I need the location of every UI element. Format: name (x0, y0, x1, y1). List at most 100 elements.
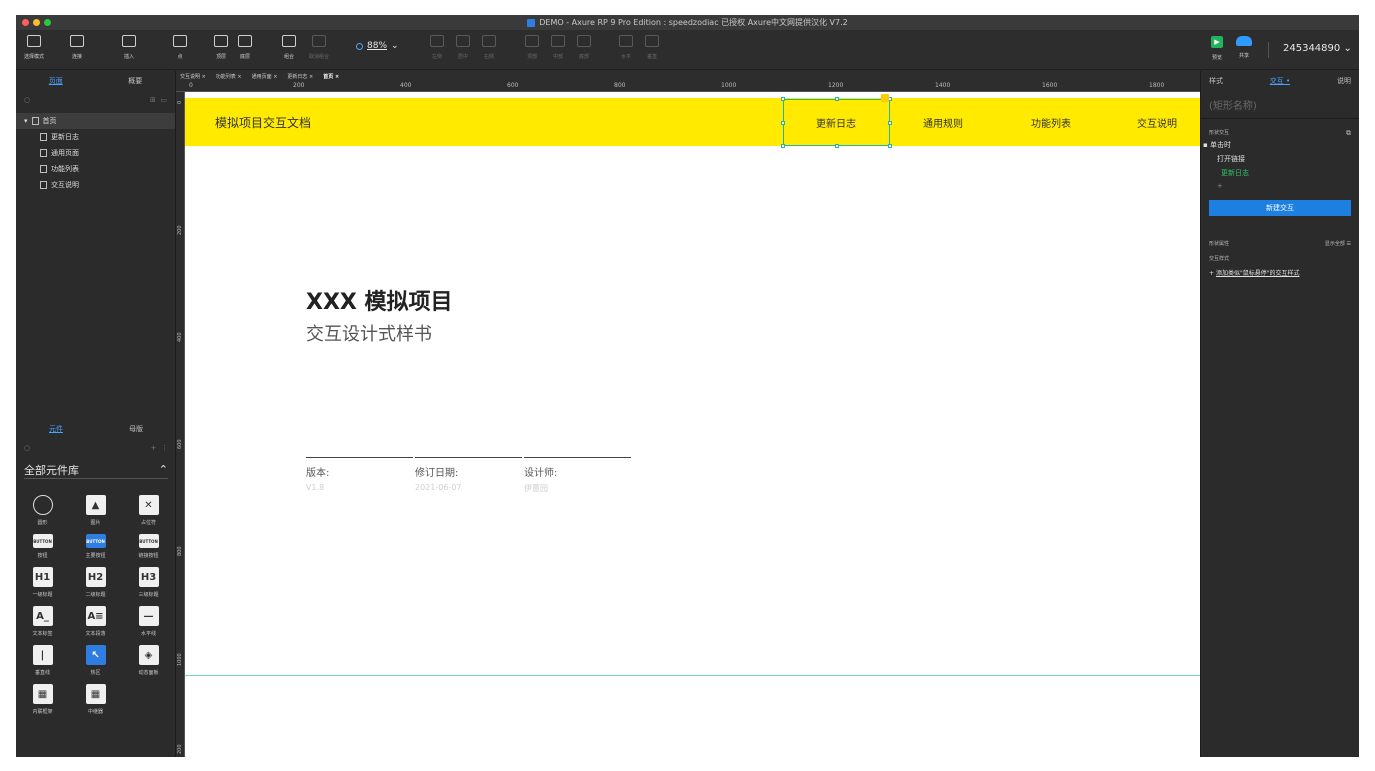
widget-item[interactable]: ▦ 内联框架 (16, 684, 69, 715)
tab-notes[interactable]: 说明 (1337, 76, 1351, 86)
align-bottom-button[interactable]: 底部 (577, 35, 591, 60)
bring-front-button[interactable]: 顶层 (214, 35, 228, 60)
page-item-interaction[interactable]: 交互说明 (16, 177, 175, 193)
page-actions: ⊞ ▭ (150, 96, 167, 104)
widget-item[interactable]: — 水平线 (122, 606, 175, 637)
ungroup-icon (312, 35, 326, 47)
library-select[interactable]: 全部元件库 ⌃ (24, 461, 168, 479)
tab-widgets[interactable]: 元件 (16, 419, 96, 439)
tab-pages[interactable]: 页面 (16, 71, 96, 91)
send-back-button[interactable]: 底层 (238, 35, 252, 60)
point-button[interactable]: 点 (173, 35, 187, 60)
add-library-icon[interactable]: + (151, 444, 157, 452)
tab-changelog-doc[interactable]: 更新日志 × (287, 73, 313, 80)
page-item-common[interactable]: 通用页面 (16, 145, 175, 161)
widget-item[interactable]: ◈ 动态面板 (122, 645, 175, 676)
library-options-icon[interactable]: ⋮ (161, 444, 168, 452)
align-left-button[interactable]: 左侧 (430, 35, 444, 60)
group-button[interactable]: 组合 (282, 35, 296, 60)
add-interaction-style-link[interactable]: + 添加类似"鼠标悬停"的交互样式 (1201, 266, 1359, 279)
resize-handle[interactable] (781, 121, 785, 125)
widget-item[interactable]: H2 二级标题 (69, 567, 122, 598)
distribute-vertical-button[interactable]: 垂直 (645, 35, 659, 60)
meta-designer[interactable]: 设计师: 伊蕙园 (524, 457, 631, 494)
widget-item[interactable]: 圆形 (16, 495, 69, 526)
resize-handle[interactable] (888, 144, 892, 148)
action-open-link[interactable]: 打开链接 (1201, 152, 1359, 166)
widget-item[interactable]: ✕ 占位符 (122, 495, 175, 526)
resize-handle[interactable] (835, 97, 839, 101)
search-icon[interactable]: ○ (24, 444, 30, 452)
guide-line[interactable] (185, 675, 1200, 676)
new-interaction-button[interactable]: 新建交互 (1209, 200, 1351, 216)
meta-revision-date[interactable]: 修订日期: 2021-06-07 (415, 457, 522, 492)
resize-handle[interactable] (781, 97, 785, 101)
hero-subtitle[interactable]: 交互设计式样书 (306, 320, 432, 346)
show-all-toggle[interactable]: 显示全部 ☰ (1325, 240, 1351, 247)
align-middle-button[interactable]: 中部 (551, 35, 565, 60)
ungroup-button[interactable]: 取消组合 (309, 35, 329, 60)
tab-masters[interactable]: 母版 (96, 419, 176, 439)
event-on-click[interactable]: ▪ 单击时 (1201, 138, 1359, 152)
shape-name-field[interactable]: (矩形名称) (1201, 91, 1359, 119)
widget-item[interactable]: A_ 文本标签 (16, 606, 69, 637)
widget-item[interactable]: BUTTON 主要按钮 (69, 534, 122, 559)
close-window-icon[interactable] (22, 19, 29, 26)
tab-home-doc[interactable]: 首页 × (323, 73, 339, 80)
widget-item[interactable]: ↖ 热区 (69, 645, 122, 676)
minimize-window-icon[interactable] (33, 19, 40, 26)
widget-item[interactable]: BUTTON 链接按钮 (122, 534, 175, 559)
add-folder-icon[interactable]: ▭ (160, 96, 167, 104)
widget-item[interactable]: ▦ 中继器 (69, 684, 122, 715)
nav-common-rules[interactable]: 通用规则 (923, 115, 963, 130)
widget-item[interactable]: A≡ 文本段落 (69, 606, 122, 637)
align-right-button[interactable]: 右侧 (482, 35, 496, 60)
selection-box[interactable] (781, 97, 892, 148)
widget-item[interactable]: | 垂直线 (16, 645, 69, 676)
tab-common-doc[interactable]: 通用页面 × (252, 73, 278, 80)
page-header-bar[interactable]: 模拟项目交互文档 更新日志 通用规则 功能列表 交互说明 (185, 98, 1200, 146)
widget-item[interactable]: H3 三级标题 (122, 567, 175, 598)
distribute-horizontal-button[interactable]: 水平 (619, 35, 633, 60)
tab-interaction-doc[interactable]: 交互说明 × (180, 73, 206, 80)
nav-feature-list[interactable]: 功能列表 (1031, 115, 1071, 130)
widget-label: 内联框架 (32, 709, 53, 715)
resize-handle[interactable] (835, 144, 839, 148)
expand-icon[interactable]: ⧉ (1346, 129, 1351, 138)
align-center-button[interactable]: 居中 (456, 35, 470, 60)
hero-title[interactable]: XXX 模拟项目 (306, 284, 453, 316)
zoom-window-icon[interactable] (44, 19, 51, 26)
widget-item[interactable]: ▲ 图片 (69, 495, 122, 526)
connect-button[interactable]: 连接 (70, 35, 84, 60)
tab-style[interactable]: 样式 (1209, 76, 1223, 86)
share-button[interactable]: 共享 (1236, 36, 1252, 59)
ruler-label: 400 (400, 82, 412, 89)
target-page[interactable]: 更新日志 (1201, 166, 1359, 180)
tab-features-doc[interactable]: 功能列表 × (216, 73, 242, 80)
tab-interactions[interactable]: 交互 • (1270, 76, 1290, 86)
nav-interaction-notes[interactable]: 交互说明 (1137, 115, 1177, 130)
meta-version[interactable]: 版本: V1.8 (306, 457, 413, 492)
page-item-features[interactable]: 功能列表 (16, 161, 175, 177)
user-menu[interactable]: 245344890 ⌄ (1268, 42, 1352, 58)
page-item-home[interactable]: ▾ 首页 (16, 113, 175, 129)
align-top-button[interactable]: 顶部 (525, 35, 539, 60)
insert-button[interactable]: 插入 (122, 35, 136, 60)
search-icon[interactable]: ○ (24, 96, 30, 104)
resize-handle[interactable] (888, 121, 892, 125)
add-page-icon[interactable]: ⊞ (150, 96, 156, 104)
widget-label: 二级标题 (85, 592, 106, 598)
interaction-bolt-icon[interactable] (881, 94, 889, 102)
preview-button[interactable]: ▶ 预览 (1211, 36, 1223, 61)
select-mode-button[interactable]: 选择模式 (24, 35, 44, 60)
zoom-select[interactable]: 88% ⌄ (356, 41, 399, 51)
page-item-changelog[interactable]: 更新日志 (16, 129, 175, 145)
add-action-icon[interactable]: + (1201, 180, 1359, 192)
design-canvas[interactable]: 模拟项目交互文档 更新日志 通用规则 功能列表 交互说明 XXX 模拟项目 交互… (185, 92, 1200, 757)
widget-item[interactable]: H1 一级标题 (16, 567, 69, 598)
align-top-icon (525, 35, 539, 47)
tab-outline[interactable]: 概要 (96, 71, 176, 91)
page-header-title[interactable]: 模拟项目交互文档 (215, 114, 311, 131)
widget-item[interactable]: BUTTON 按钮 (16, 534, 69, 559)
resize-handle[interactable] (781, 144, 785, 148)
